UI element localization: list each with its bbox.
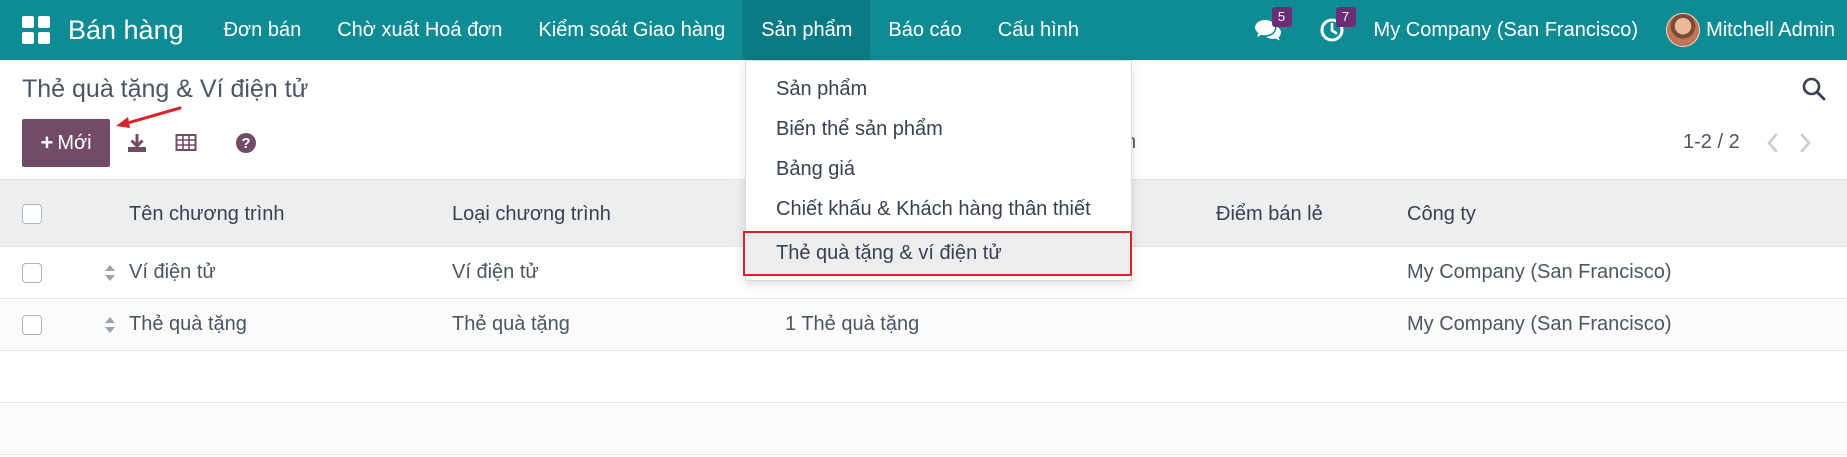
dropdown-item-product-variants[interactable]: Biến thể sản phẩm bbox=[776, 118, 943, 141]
drag-handle-icon[interactable] bbox=[104, 315, 116, 335]
new-button[interactable]: + Mới bbox=[22, 119, 110, 167]
empty-table-row bbox=[0, 403, 1847, 455]
empty-table-row bbox=[0, 351, 1847, 403]
column-header-company[interactable]: Công ty bbox=[1407, 203, 1476, 226]
user-avatar[interactable] bbox=[1666, 13, 1701, 47]
user-menu[interactable]: Mitchell Admin bbox=[1706, 19, 1835, 42]
cell-company: My Company (San Francisco) bbox=[1407, 261, 1672, 283]
menu-item-reporting[interactable]: Báo cáo bbox=[870, 0, 979, 60]
column-header-type[interactable]: Loại chương trình bbox=[452, 203, 611, 226]
spreadsheet-icon bbox=[175, 134, 197, 151]
page-title: Thẻ quà tặng & Ví điện tử bbox=[22, 75, 309, 103]
menu-item-products[interactable]: Sản phẩm bbox=[743, 0, 871, 60]
plus-icon: + bbox=[40, 130, 54, 155]
column-header-name[interactable]: Tên chương trình bbox=[129, 203, 284, 226]
top-navbar: Bán hàng Đơn bán Chờ xuất Hoá đơn Kiểm s… bbox=[0, 0, 1847, 60]
download-icon bbox=[128, 134, 146, 152]
cell-items: 1 Thẻ quà tặng bbox=[785, 313, 920, 335]
pager-value[interactable]: 1-2 / 2 bbox=[1683, 131, 1740, 154]
cell-name: Thẻ quà tặng bbox=[129, 313, 247, 335]
row-checkbox[interactable] bbox=[22, 263, 42, 283]
menu-item-orders[interactable]: Đơn bán bbox=[206, 0, 320, 60]
download-button[interactable] bbox=[125, 131, 149, 155]
navbar-right: 5 7 My Company (San Francisco) Mitchell … bbox=[1246, 0, 1847, 60]
cell-company: My Company (San Francisco) bbox=[1407, 313, 1672, 335]
company-switcher[interactable]: My Company (San Francisco) bbox=[1374, 19, 1639, 42]
apps-grid-icon[interactable] bbox=[22, 16, 50, 44]
activities-count-badge: 7 bbox=[1335, 7, 1356, 27]
dropdown-item-pricelists[interactable]: Bảng giá bbox=[776, 158, 855, 181]
drag-handle-icon[interactable] bbox=[104, 263, 116, 283]
column-header-pos[interactable]: Điểm bán lẻ bbox=[1216, 203, 1323, 226]
products-dropdown-menu: Sản phẩm Biến thể sản phẩm Bảng giá Chiế… bbox=[743, 60, 1132, 281]
row-checkbox[interactable] bbox=[22, 315, 42, 335]
cell-type: Ví điện tử bbox=[452, 261, 539, 283]
dropdown-item-products[interactable]: Sản phẩm bbox=[776, 78, 867, 101]
annotation-arrow bbox=[116, 106, 182, 128]
help-icon: ? bbox=[236, 133, 256, 153]
help-button[interactable]: ? bbox=[234, 131, 258, 155]
new-button-label: Mới bbox=[57, 131, 92, 154]
spreadsheet-button[interactable] bbox=[174, 131, 198, 155]
svg-text:?: ? bbox=[241, 135, 250, 152]
chevron-right-icon[interactable] bbox=[1795, 131, 1815, 155]
app-brand[interactable]: Bán hàng bbox=[68, 15, 184, 46]
dropdown-item-gift-cards-ewallet[interactable]: Thẻ quà tặng & ví điện tử bbox=[776, 242, 1002, 265]
chevron-left-icon[interactable] bbox=[1763, 131, 1783, 155]
search-icon[interactable] bbox=[1800, 75, 1828, 103]
dropdown-item-discount-loyalty[interactable]: Chiết khấu & Khách hàng thân thiết bbox=[776, 198, 1091, 221]
messages-count-badge: 5 bbox=[1271, 7, 1292, 27]
menu-item-configuration[interactable]: Cấu hình bbox=[980, 0, 1097, 60]
menu-item-to-invoice[interactable]: Chờ xuất Hoá đơn bbox=[319, 0, 520, 60]
menu-item-delivery-control[interactable]: Kiểm soát Giao hàng bbox=[520, 0, 743, 60]
activities-button[interactable]: 7 bbox=[1310, 0, 1356, 60]
messages-button[interactable]: 5 bbox=[1246, 0, 1292, 60]
table-row[interactable]: Thẻ quà tặng Thẻ quà tặng 1 Thẻ quà tặng… bbox=[0, 299, 1847, 351]
select-all-checkbox[interactable] bbox=[22, 204, 42, 224]
cell-name: Ví điện tử bbox=[129, 261, 216, 283]
cell-type: Thẻ quà tặng bbox=[452, 313, 570, 335]
